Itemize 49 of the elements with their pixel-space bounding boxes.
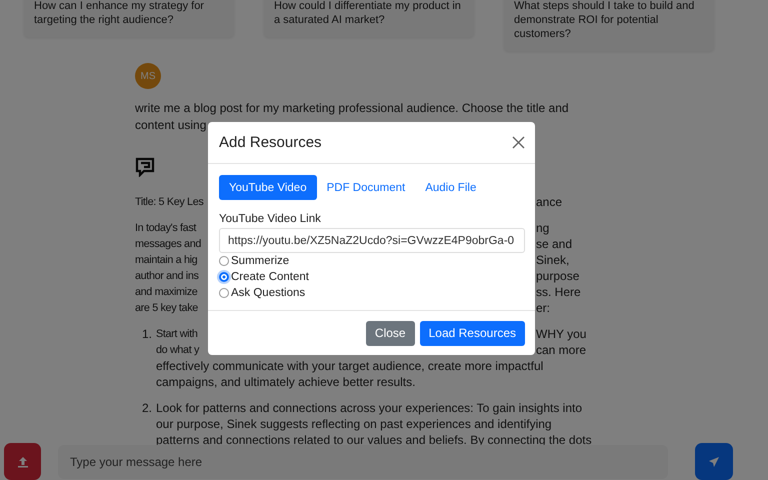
message-input[interactable]: Type your message here <box>58 444 668 478</box>
tab[interactable]: PDF Document <box>316 175 416 200</box>
message-text: campaigns, and ultimately achieve better results. <box>156 374 416 390</box>
radio-option[interactable]: Summerize <box>219 253 525 269</box>
message-text: In today's fast <box>135 222 196 234</box>
message-text: can more <box>536 342 586 358</box>
upload-icon <box>16 456 28 468</box>
list-number: 1. <box>140 326 153 342</box>
message-text: write me a blog post for my marketing professional audience. Choose the title and <box>135 100 569 117</box>
tab[interactable]: Audio File <box>415 175 486 200</box>
message-text: and maximize <box>135 286 198 298</box>
message-text: messages and <box>135 238 202 250</box>
radio-option[interactable]: Ask Questions <box>219 285 525 301</box>
close-button[interactable]: Close <box>366 320 415 346</box>
dialog-title: Add Resources <box>219 134 322 151</box>
list-number: 2. <box>140 400 153 416</box>
chat-logo-icon <box>135 157 155 177</box>
suggestion-card[interactable]: How can I enhance my strategy for targeting the right audience? <box>24 0 234 37</box>
message-text: Start with <box>156 328 198 340</box>
message-text: WHY you <box>536 326 586 342</box>
message-text: our purpose, Sinek suggests reflecting on past experiences and identifying <box>156 416 552 432</box>
user-avatar: MS <box>135 63 161 89</box>
message-text: maintain a hig <box>135 254 198 266</box>
message-text: Look for patterns and connections across your experiences: To gain insights into <box>156 400 582 416</box>
message-text: purpose <box>536 268 580 284</box>
suggestion-card[interactable]: How could I differentiate my product in a saturated AI market? <box>264 0 474 37</box>
message-text: Sinek, <box>536 252 570 268</box>
tab[interactable]: YouTube Video <box>219 175 317 200</box>
message-text: author and ins <box>135 270 199 282</box>
message-text: Title: 5 Key Les <box>135 196 204 208</box>
message-text: ss. Here <box>536 284 581 300</box>
message-text: are 5 key take <box>135 302 198 314</box>
radio-option[interactable]: Create Content <box>219 269 525 285</box>
close-icon <box>512 136 525 149</box>
message-text: ance <box>536 194 562 210</box>
message-text: ng <box>536 220 550 236</box>
link-input[interactable]: https://youtu.be/XZ5NaZ2Ucdo?si=GVwzzE4P9obrGa-0 <box>219 228 525 253</box>
message-text: effectively communicate with your target audience, create more impactful <box>156 358 544 374</box>
close-button[interactable] <box>512 136 525 149</box>
message-text: se and <box>536 236 572 252</box>
message-text: content using <box>135 117 206 134</box>
field-label: YouTube Video Link <box>219 212 322 227</box>
send-icon <box>708 456 720 468</box>
upload-button[interactable] <box>4 443 41 480</box>
suggestion-card[interactable]: What steps should I take to build and demonstrate ROI for potential customers? <box>504 0 714 51</box>
message-text: er: <box>536 300 550 316</box>
message-text: do what y <box>156 344 200 356</box>
load-button[interactable]: Load Resources <box>420 320 525 346</box>
send-button[interactable] <box>695 443 733 480</box>
